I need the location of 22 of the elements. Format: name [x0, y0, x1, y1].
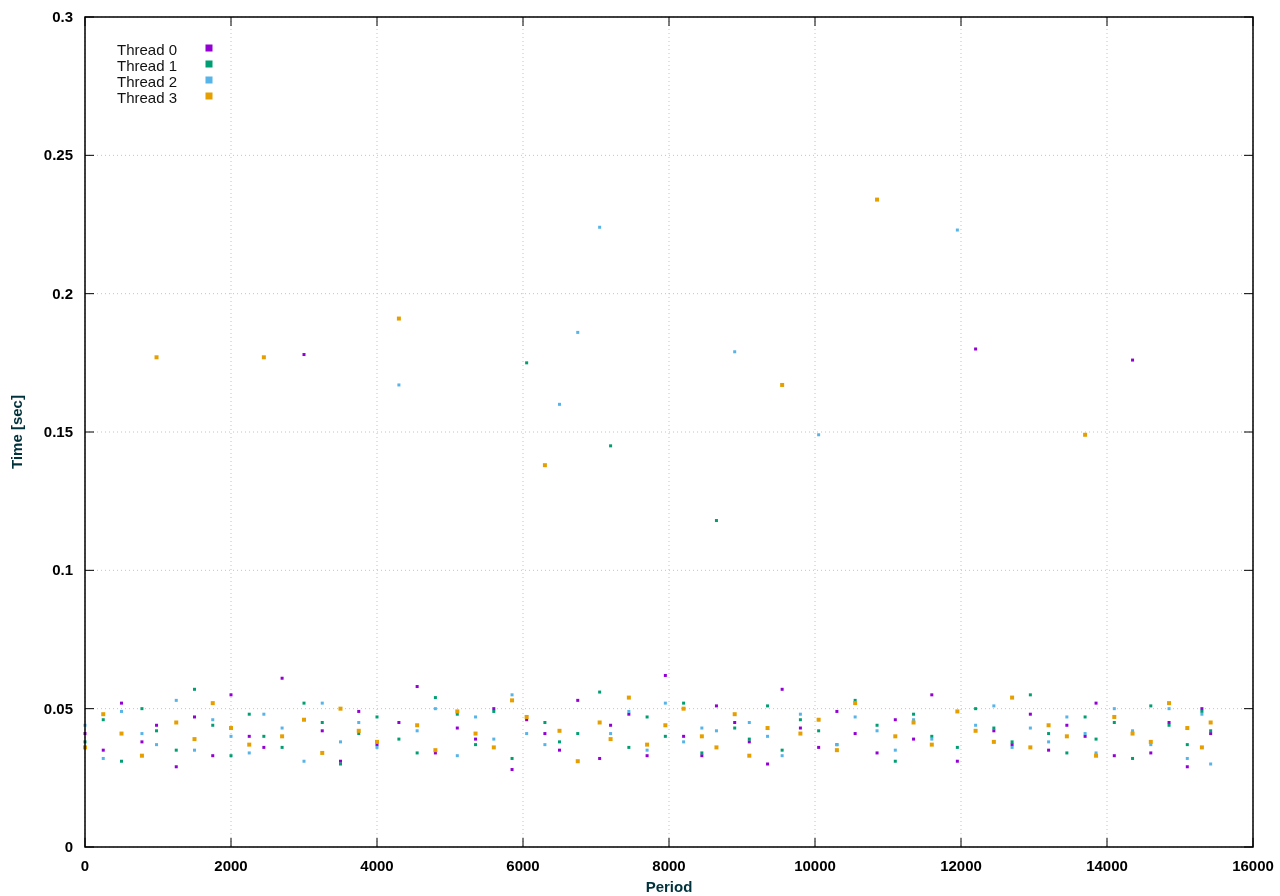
legend-label: Thread 0 [117, 41, 178, 58]
x-tick-label: 2000 [214, 857, 248, 874]
x-axis-label: Period [645, 878, 693, 895]
x-tick-label: 0 [80, 857, 90, 874]
x-tick-label: 16000 [1232, 857, 1274, 874]
x-tick-label: 8000 [652, 857, 686, 874]
y-tick-label: 0.05 [43, 699, 73, 717]
legend-label: Thread 2 [117, 73, 178, 90]
y-tick-label: 0.25 [43, 146, 73, 164]
x-tick-label: 10000 [794, 857, 836, 874]
y-tick-label: 0 [64, 838, 73, 855]
y-tick-label: 0.2 [52, 284, 73, 302]
legend-label: Thread 1 [117, 57, 178, 74]
x-tick-label: 12000 [940, 857, 982, 874]
x-tick-label: 6000 [506, 857, 540, 874]
legend-label: Thread 3 [117, 89, 178, 106]
y-tick-label: 0.1 [52, 561, 73, 579]
y-axis-label: Time [sec] [8, 395, 25, 469]
y-tick-label: 0.3 [52, 8, 73, 25]
y-tick-label: 0.15 [43, 423, 73, 440]
x-tick-label: 4000 [360, 857, 394, 874]
x-tick-label: 14000 [1086, 857, 1128, 874]
